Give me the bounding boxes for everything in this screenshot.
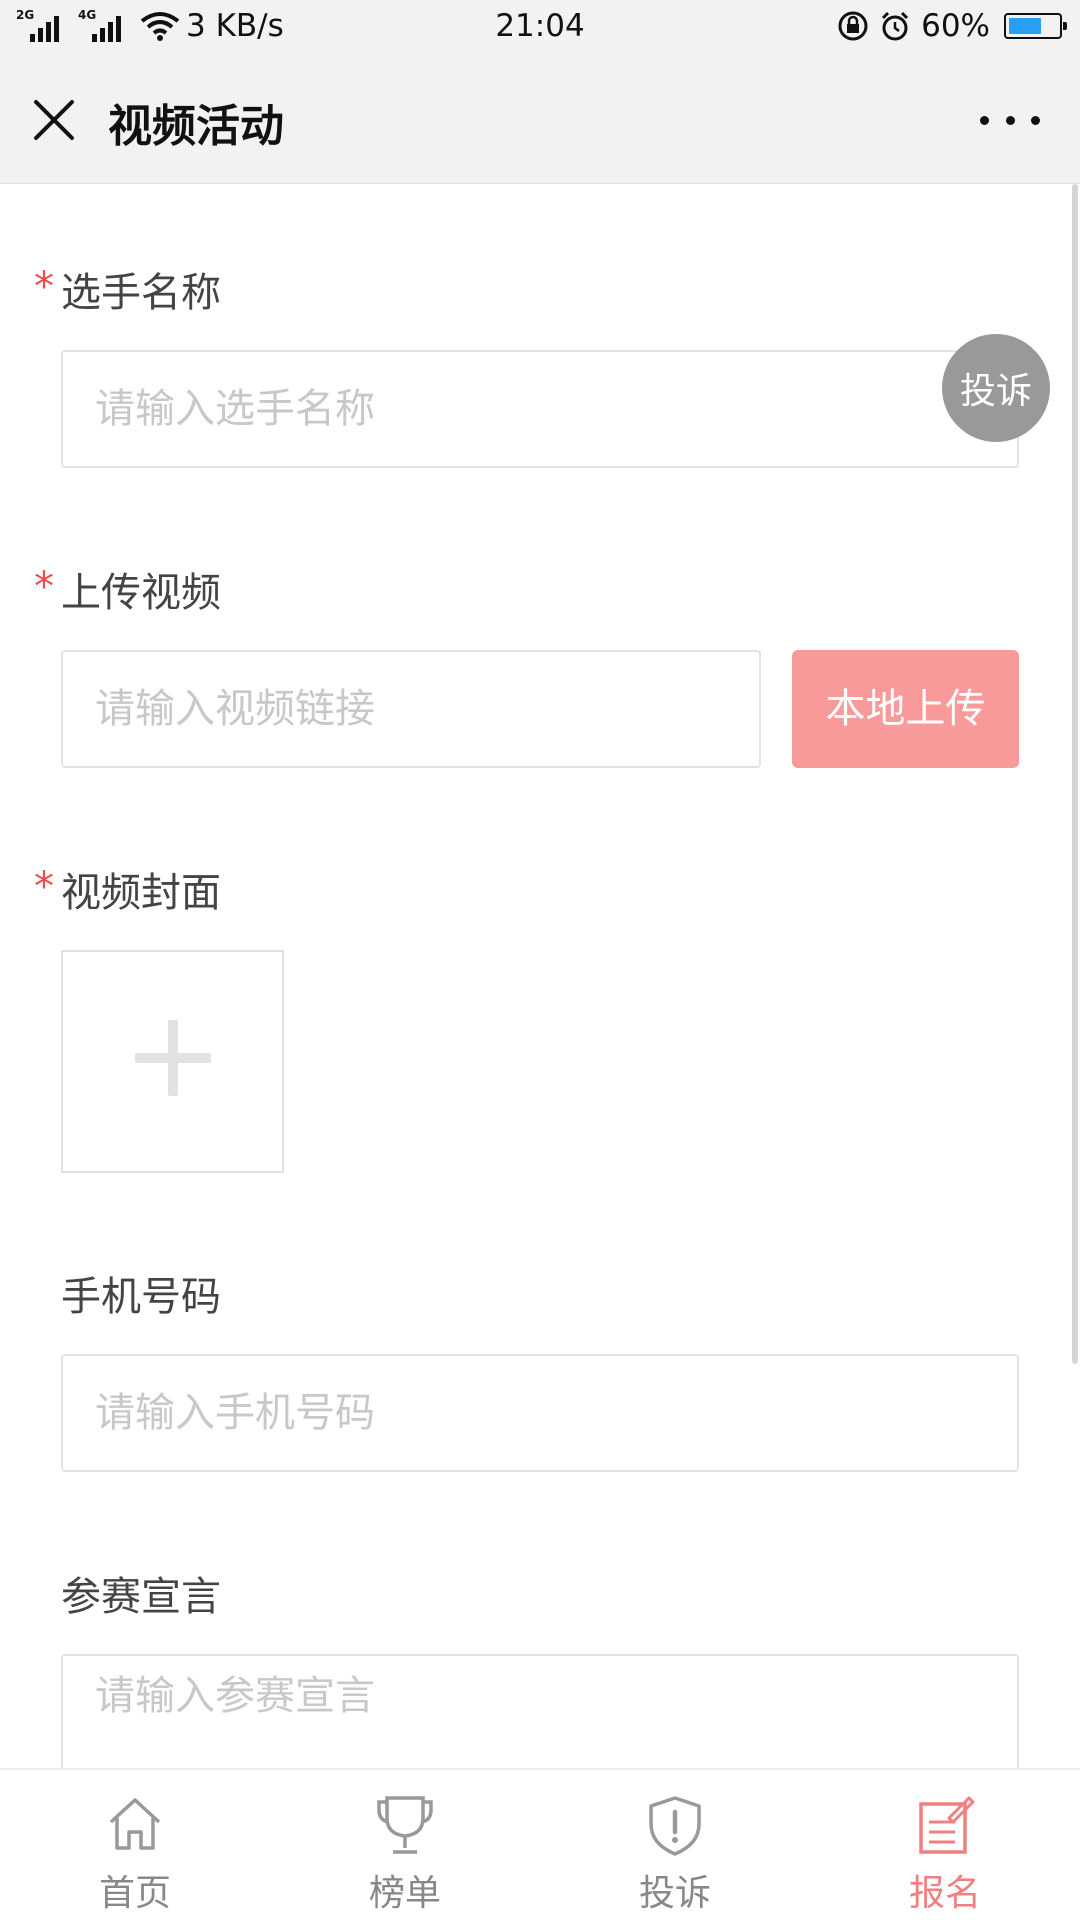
cover-upload-box[interactable] (61, 950, 284, 1173)
tab-label: 报名 (908, 1873, 981, 1914)
screen: 2G 4G 3 KB/s 21:04 60% 视频活动 * 选手名称 请输入选手… (0, 0, 1080, 1920)
scrollbar[interactable] (1072, 184, 1078, 1364)
edit-form-icon (919, 1796, 975, 1854)
tab-complaint[interactable]: 投诉 (540, 1770, 810, 1920)
phone-label: 手机号码 (61, 1274, 221, 1320)
tab-ranking[interactable]: 榜单 (270, 1770, 540, 1920)
player-name-input[interactable]: 请输入选手名称 (61, 350, 1019, 468)
home-icon (109, 1798, 161, 1850)
required-mark: * (34, 564, 54, 610)
signup-form: * 选手名称 请输入选手名称 * 上传视频 请输入视频链接 本地上传 * 视频封… (0, 184, 1080, 1768)
tab-signup[interactable]: 报名 (810, 1770, 1080, 1920)
tab-label: 投诉 (638, 1873, 711, 1914)
tab-home[interactable]: 首页 (0, 1770, 270, 1920)
tab-label: 榜单 (368, 1873, 441, 1914)
complaint-float-button[interactable]: 投诉 (942, 334, 1050, 442)
more-icon[interactable] (980, 100, 1040, 140)
phone-input[interactable]: 请输入手机号码 (61, 1354, 1019, 1472)
video-link-input[interactable]: 请输入视频链接 (61, 650, 761, 768)
alarm-icon (882, 11, 909, 41)
declaration-label: 参赛宣言 (61, 1574, 221, 1620)
required-mark: * (34, 264, 54, 310)
tab-label: 首页 (98, 1873, 171, 1914)
shield-alert-icon (649, 1796, 701, 1856)
cover-label: 视频封面 (61, 870, 221, 916)
required-mark: * (34, 864, 54, 910)
player-name-label: 选手名称 (61, 270, 221, 316)
nav-bar: 视频活动 (0, 58, 1080, 184)
video-label: 上传视频 (61, 570, 221, 616)
battery-icon (1004, 13, 1067, 39)
close-icon[interactable] (30, 96, 78, 144)
status-bar: 2G 4G 3 KB/s 21:04 60% (0, 0, 1080, 58)
page-title: 视频活动 (108, 101, 284, 152)
battery-percent: 60% (921, 8, 990, 44)
declaration-textarea[interactable]: 请输入参赛宣言 (61, 1654, 1019, 1768)
tab-bar: 首页 榜单 投诉 报名 (0, 1768, 1080, 1920)
local-upload-button[interactable]: 本地上传 (792, 650, 1019, 768)
trophy-icon (377, 1796, 433, 1854)
status-right: 60% (837, 8, 1067, 44)
rotation-lock-icon (838, 11, 868, 41)
